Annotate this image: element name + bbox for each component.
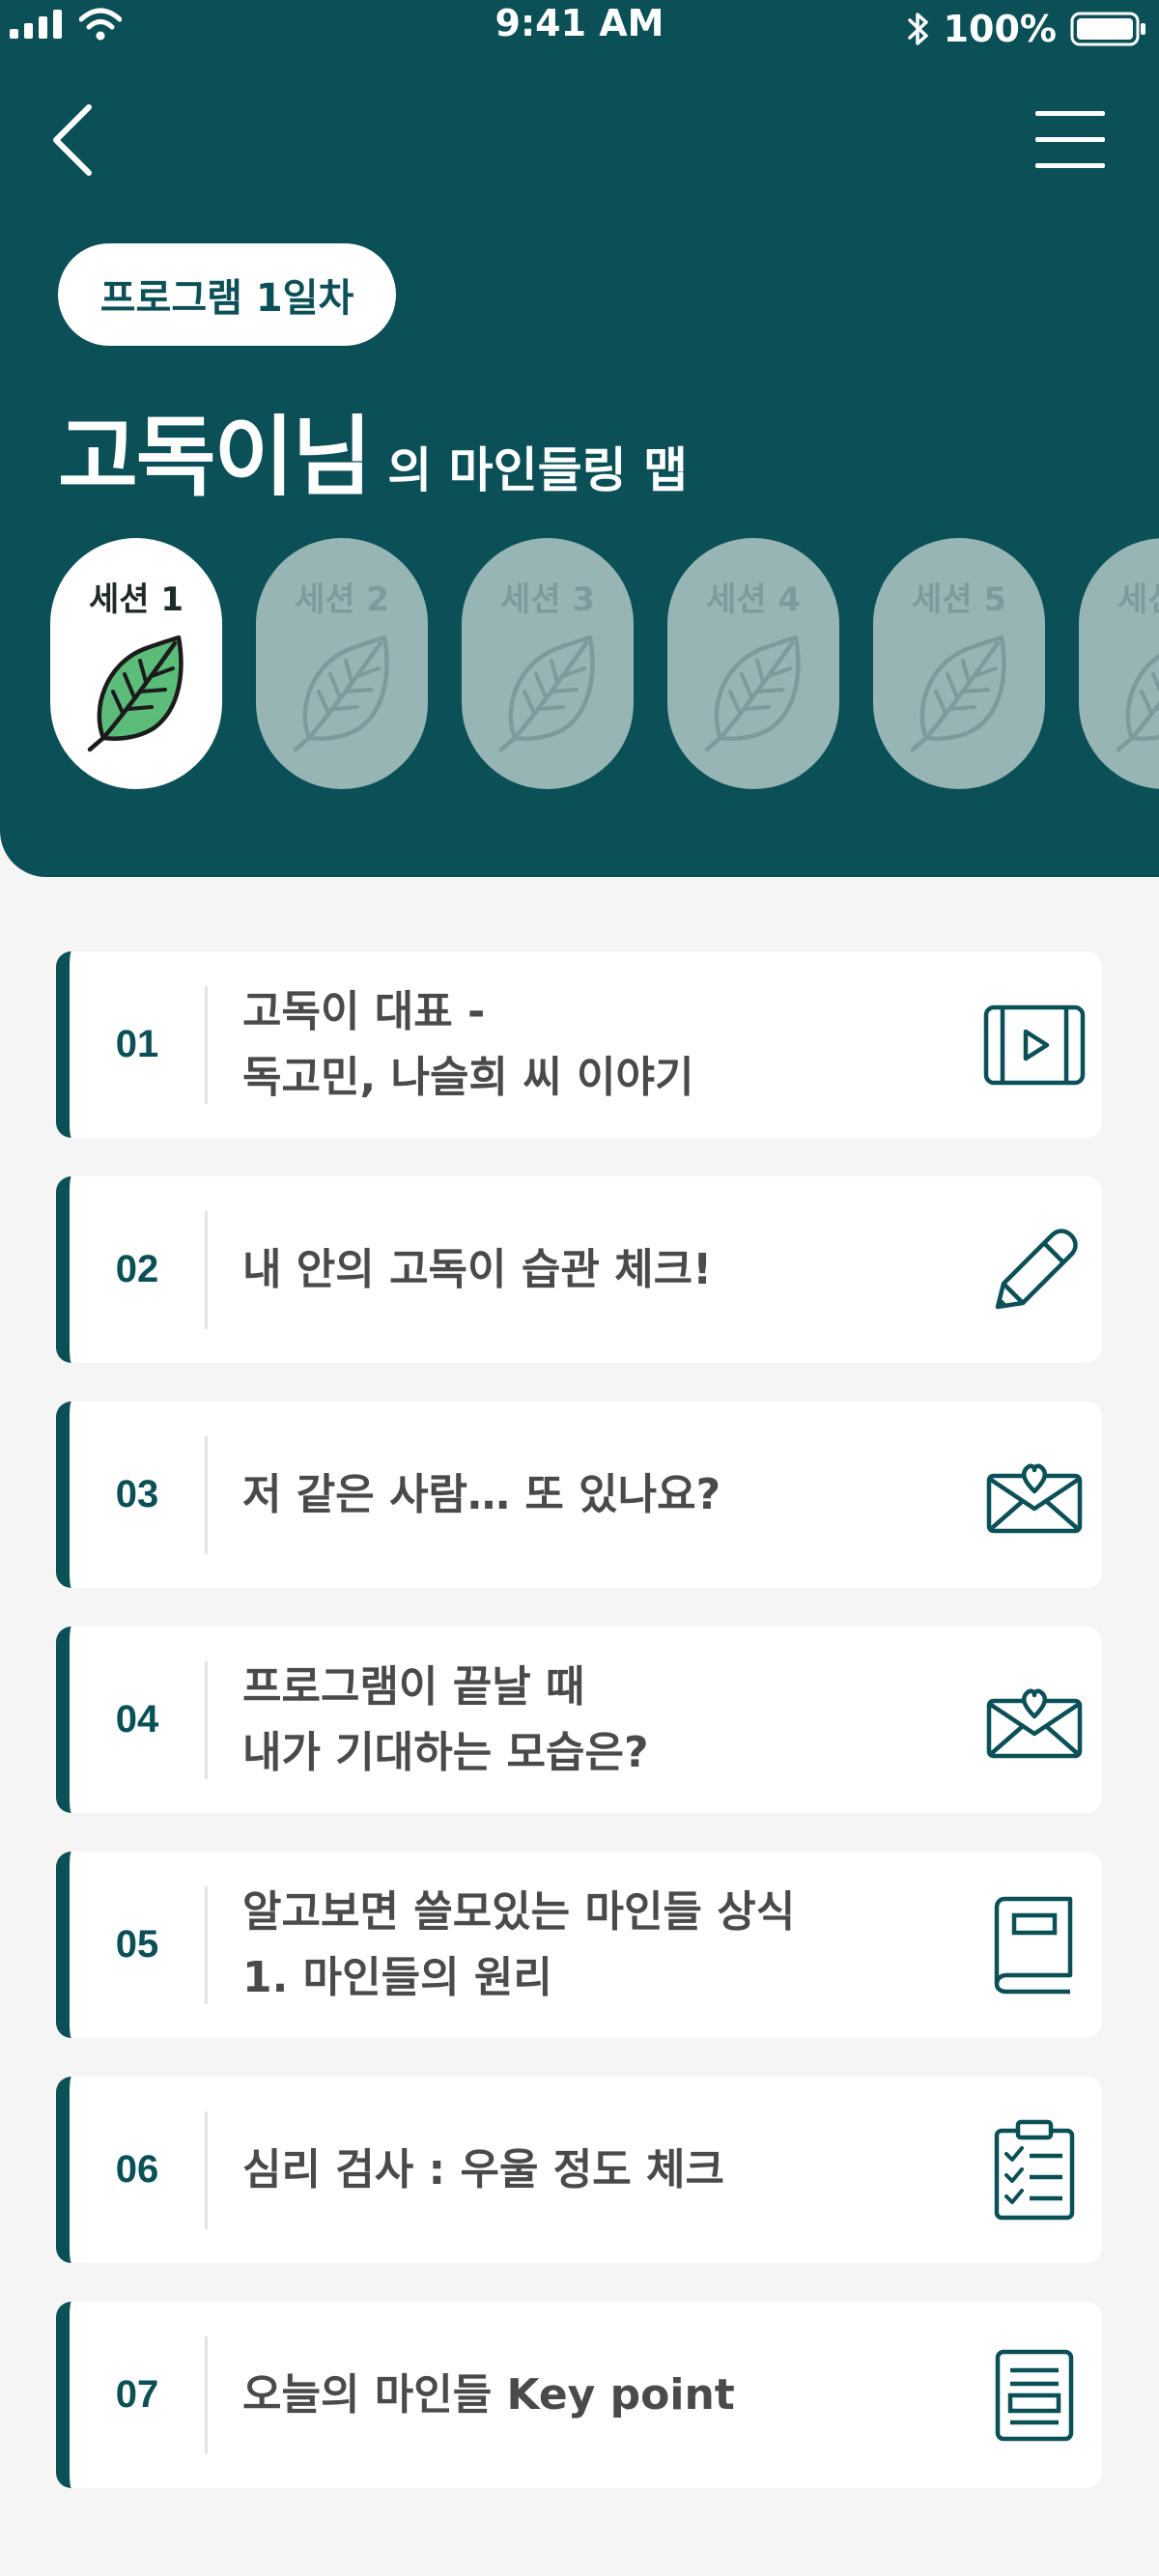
user-name: 고독이님 <box>58 407 372 508</box>
status-bar: 9:41 AM 100% <box>0 0 1159 54</box>
item-number: 07 <box>115 2373 159 2416</box>
item-title-line2: 독고민, 나슬희 씨 이야기 <box>242 1052 694 1102</box>
clipboard-icon <box>967 2119 1102 2222</box>
leaf-icon <box>290 632 394 757</box>
leaf-icon <box>907 632 1011 757</box>
item-title-line1: 저 같은 사람… 또 있나요? <box>242 1469 721 1519</box>
activity-list: 01 고독이 대표 - 독고민, 나슬희 씨 이야기 02 내 안의 고독이 습관 체… <box>56 951 1102 2527</box>
bluetooth-icon <box>907 13 928 45</box>
item-title-line1: 프로그램이 끝날 때 <box>242 1661 585 1712</box>
leaf-icon <box>1113 632 1159 757</box>
item-title: 저 같은 사람… 또 있나요? <box>208 1462 967 1528</box>
activity-item-05[interactable]: 05 알고보면 쓸모있는 마인들 상식 1. 마인들의 원리 <box>56 1852 1102 2038</box>
session-tab-1[interactable]: 세션 1 <box>50 538 222 789</box>
item-number: 04 <box>115 1698 159 1741</box>
pencil-icon <box>967 1224 1102 1316</box>
book-icon <box>967 1896 1102 1995</box>
session-label: 세션 2 <box>294 580 390 619</box>
session-tab-5[interactable]: 세션 5 <box>873 538 1045 789</box>
page-title: 고독이님 의 마인들링 맵 <box>58 386 688 508</box>
item-number: 02 <box>115 1248 159 1290</box>
activity-item-01[interactable]: 01 고독이 대표 - 독고민, 나슬희 씨 이야기 <box>56 951 1102 1138</box>
activity-item-04[interactable]: 04 프로그램이 끝날 때내가 기대하는 모습은? <box>56 1627 1102 1813</box>
item-title-line2: 1. 마인들의 원리 <box>242 1952 552 2002</box>
hamburger-icon <box>1035 111 1105 168</box>
session-tab-3[interactable]: 세션 3 <box>462 538 634 789</box>
session-label: 세션 1 <box>88 580 184 619</box>
item-title-line1: 고독이 대표 - <box>242 986 486 1036</box>
item-number: 01 <box>115 1023 159 1065</box>
document-icon <box>967 2349 1102 2442</box>
item-title: 알고보면 쓸모있는 마인들 상식 1. 마인들의 원리 <box>208 1880 967 2011</box>
item-title: 고독이 대표 - 독고민, 나슬희 씨 이야기 <box>208 979 967 1111</box>
session-label: 세션 6 <box>1117 580 1159 619</box>
item-title: 내 안의 고독이 습관 체크! <box>208 1237 967 1303</box>
status-right: 100% <box>907 8 1147 50</box>
item-title-line1: 내 안의 고독이 습관 체크! <box>242 1244 713 1294</box>
item-number: 05 <box>115 1923 159 1966</box>
activity-item-02[interactable]: 02 내 안의 고독이 습관 체크! <box>56 1176 1102 1363</box>
leaf-icon <box>84 632 188 757</box>
session-tab-6[interactable]: 세션 6 <box>1079 538 1159 789</box>
activity-item-07[interactable]: 07 오늘의 마인들 Key point <box>56 2302 1102 2488</box>
item-title: 심리 검사 : 우울 정도 체크 <box>208 2137 967 2203</box>
nav-bar <box>0 92 1159 188</box>
activity-item-03[interactable]: 03 저 같은 사람… 또 있나요? <box>56 1401 1102 1588</box>
session-tab-4[interactable]: 세션 4 <box>667 538 839 789</box>
item-title: 오늘의 마인들 Key point <box>208 2363 967 2428</box>
header: 9:41 AM 100% 프로그램 1일차 고독이님 의 마인들링 맵 세션 1… <box>0 0 1159 877</box>
back-button[interactable] <box>50 92 118 188</box>
item-title-line1: 알고보면 쓸모있는 마인들 상식 <box>242 1886 796 1937</box>
session-tab-2[interactable]: 세션 2 <box>256 538 428 789</box>
day-badge: 프로그램 1일차 <box>58 243 396 346</box>
session-label: 세션 5 <box>911 580 1007 619</box>
menu-button[interactable] <box>1032 103 1109 177</box>
leaf-icon <box>495 632 600 757</box>
activity-item-06[interactable]: 06 심리 검사 : 우울 정도 체크 <box>56 2077 1102 2263</box>
item-number: 03 <box>115 1473 159 1515</box>
chevron-left-icon <box>53 104 92 176</box>
video-icon <box>967 1005 1102 1086</box>
battery-icon <box>1070 12 1145 46</box>
session-label: 세션 4 <box>705 580 802 619</box>
item-number: 06 <box>115 2148 159 2191</box>
item-title-line1: 심리 검사 : 우울 정도 체크 <box>242 2144 724 2194</box>
item-title-line2: 내가 기대하는 모습은? <box>242 1727 649 1777</box>
battery-percent: 100% <box>943 8 1057 50</box>
session-label: 세션 3 <box>499 580 596 619</box>
heart-envelope-icon <box>967 1682 1102 1759</box>
item-title-line1: 오늘의 마인들 Key point <box>242 2369 735 2420</box>
session-tabs: 세션 1 세션 2 세션 3 세션 4 세션 5 세션 6 <box>50 538 1159 789</box>
title-suffix: 의 마인들링 맵 <box>387 442 689 498</box>
heart-envelope-icon <box>967 1457 1102 1534</box>
item-title: 프로그램이 끝날 때내가 기대하는 모습은? <box>208 1655 967 1786</box>
leaf-icon <box>701 632 806 757</box>
